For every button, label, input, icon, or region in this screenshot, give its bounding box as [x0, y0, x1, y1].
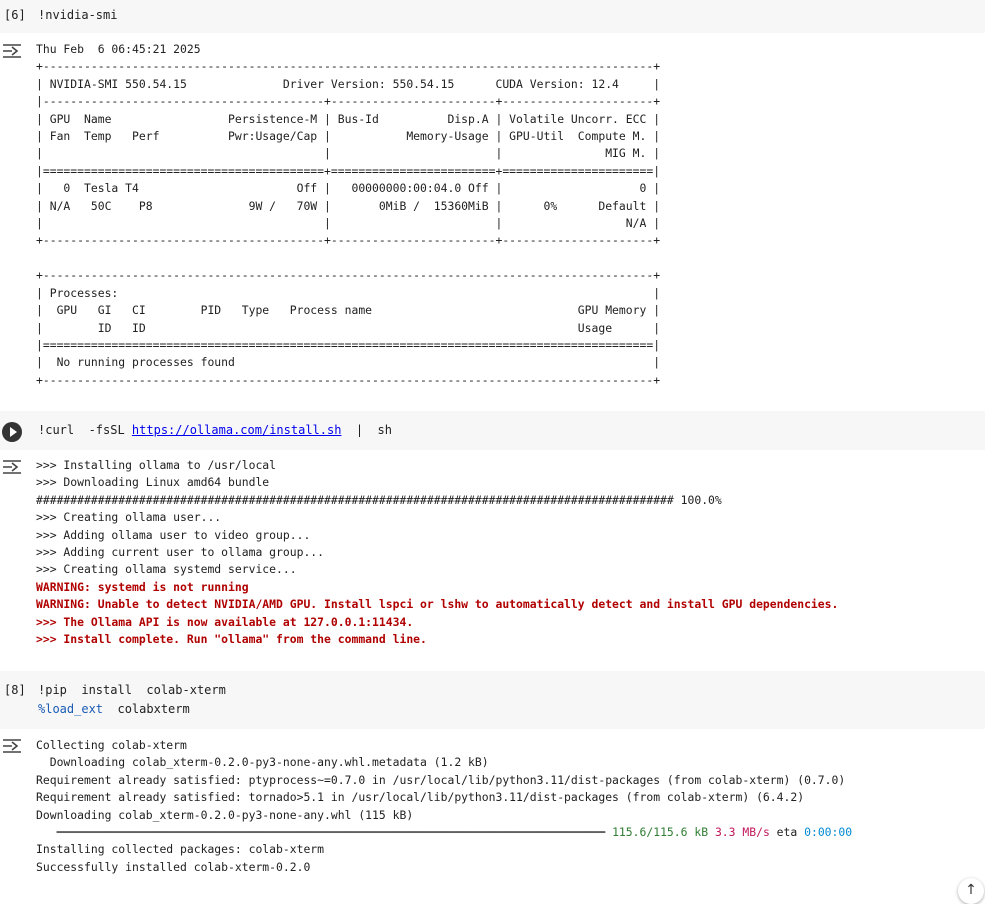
output-line: | 0 Tesla T4 Off | 00000000:00:04.0 Off … [36, 181, 661, 196]
output-toggle-icon[interactable] [2, 737, 22, 755]
output-line: Requirement already satisfied: tornado>5… [36, 790, 805, 805]
output-line: |=======================================… [36, 163, 661, 178]
warning-line: >>> Install complete. Run "ollama" from … [36, 632, 427, 647]
arrow-up-icon[interactable]: ↑ [958, 878, 984, 904]
output-toggle-icon[interactable] [2, 42, 22, 60]
progress-speed: 3.3 MB/s [714, 825, 770, 840]
magic-argument: colabxterm [103, 702, 190, 716]
code-cell-3[interactable]: [8] !pip install colab-xterm %load_ext c… [0, 671, 985, 729]
output-line: >>> Installing ollama to /usr/local [36, 458, 277, 472]
output-line: >>> Creating ollama user... [36, 510, 222, 525]
warning-line: WARNING: systemd is not running [36, 579, 249, 594]
output-line: | N/A 50C P8 9W / 70W | 0MiB / 15360MiB … [36, 198, 661, 213]
output-line: +---------------------------------------… [36, 59, 661, 74]
code-line[interactable]: %load_ext colabxterm [38, 702, 190, 716]
run-cell-button[interactable] [2, 422, 22, 442]
output-line: Requirement already satisfied: ptyproces… [36, 772, 846, 787]
output-line: | | | MIG M. | [36, 146, 661, 161]
cell-output-pip-install: Collecting colab-xterm Downloading colab… [36, 737, 852, 876]
output-line: | No running processes found | [36, 355, 661, 370]
code-cell-2[interactable]: !curl -fsSL https://ollama.com/install.s… [0, 411, 985, 450]
execution-count: [8] [4, 683, 26, 697]
output-line: |=======================================… [36, 337, 661, 352]
output-line: Thu Feb 6 06:45:21 2025 [36, 42, 201, 56]
warning-line: WARNING: Unable to detect NVIDIA/AMD GPU… [36, 597, 839, 612]
output-line: | | | N/A | [36, 216, 661, 231]
output-line: | GPU GI CI PID Type Process name GPU Me… [36, 303, 661, 318]
execution-count: [6] [4, 8, 26, 22]
output-line: Installing collected packages: colab-xte… [36, 842, 325, 857]
warning-line: >>> The Ollama API is now available at 1… [36, 614, 414, 629]
cell-output-nvidia-smi: Thu Feb 6 06:45:21 2025 +---------------… [36, 41, 660, 389]
output-line: +---------------------------------------… [36, 233, 661, 248]
code-line[interactable]: !curl -fsSL https://ollama.com/install.s… [38, 423, 392, 437]
output-line: >>> Downloading Linux amd64 bundle [36, 475, 270, 490]
output-line: +---------------------------------------… [36, 268, 661, 283]
output-line: +---------------------------------------… [36, 372, 661, 387]
output-line: | GPU Name Persistence-M | Bus-Id Disp.A… [36, 111, 661, 126]
cell-output-ollama-install: >>> Installing ollama to /usr/local >>> … [36, 457, 838, 648]
magic-command: %load_ext [38, 702, 104, 716]
progress-eta-label: eta [769, 825, 805, 840]
output-line: Downloading colab_xterm-0.2.0-py3-none-a… [36, 807, 414, 822]
progress-bar: ━━━━━━━━━━━━━━━━━━━━━━━━━━━━━━━━━━━━━━━━… [36, 825, 613, 840]
code-pipe: | sh [341, 423, 393, 437]
progress-eta: 0:00:00 [804, 825, 853, 840]
code-line[interactable]: !pip install colab-xterm [38, 683, 226, 697]
download-progress: ━━━━━━━━━━━━━━━━━━━━━━━━━━━━━━━━━━━━━━━━… [36, 825, 853, 840]
output-line: >>> Adding ollama user to video group... [36, 527, 311, 542]
output-toggle-icon[interactable] [2, 458, 22, 476]
output-line: |---------------------------------------… [36, 94, 661, 109]
output-line: | Fan Temp Perf Pwr:Usage/Cap | Memory-U… [36, 129, 661, 144]
output-line: | NVIDIA-SMI 550.54.15 Driver Version: 5… [36, 76, 661, 91]
output-line: | Processes: | [36, 285, 661, 300]
output-line: Collecting colab-xterm [36, 738, 187, 752]
output-line: Successfully installed colab-xterm-0.2.0 [36, 859, 311, 874]
output-line: | ID ID Usage | [36, 320, 661, 335]
code-line[interactable]: !nvidia-smi [38, 8, 117, 22]
output-line: ########################################… [36, 492, 722, 507]
output-line: >>> Creating ollama systemd service... [36, 562, 297, 577]
progress-size: 115.6/115.6 kB [612, 825, 709, 840]
install-script-link[interactable]: https://ollama.com/install.sh [132, 423, 342, 437]
code-command: !curl -fsSL [38, 423, 132, 437]
output-line: >>> Adding current user to ollama group.… [36, 545, 325, 560]
code-cell-1[interactable]: [6] !nvidia-smi [0, 0, 985, 33]
output-line: Downloading colab_xterm-0.2.0-py3-none-a… [36, 755, 489, 770]
